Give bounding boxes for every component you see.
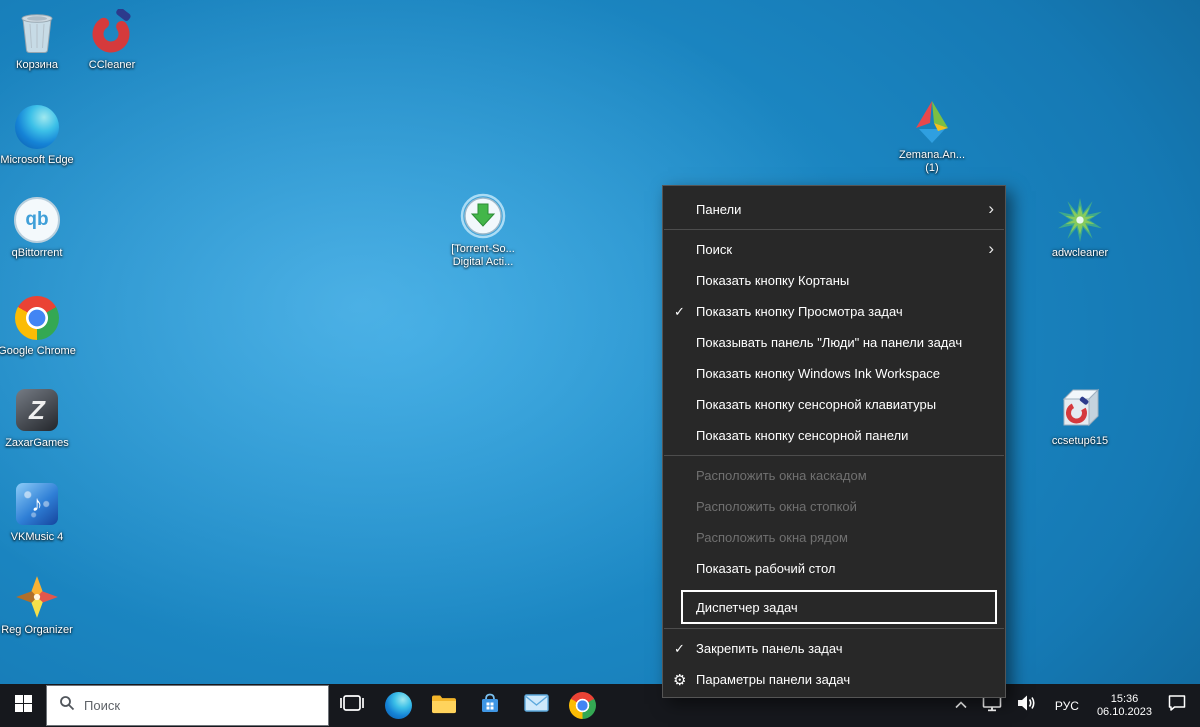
desktop-icon-microsoft-edge[interactable]: Microsoft Edge xyxy=(0,103,82,167)
desktop-icon-vkmusic[interactable]: ♪ VKMusic 4 xyxy=(0,480,82,544)
search-placeholder: Поиск xyxy=(84,698,121,713)
mail-button[interactable] xyxy=(513,684,559,727)
desktop-icon-label: Корзина xyxy=(16,59,58,71)
checkmark-icon: ✓ xyxy=(674,640,685,656)
menu-item-show-task-view-button[interactable]: ✓ Показать кнопку Просмотра задач xyxy=(663,296,1005,327)
chevron-up-icon xyxy=(954,697,968,715)
desktop-icon-label: VKMusic 4 xyxy=(10,531,64,543)
file-explorer-button[interactable] xyxy=(421,684,467,727)
desktop-icon-google-chrome[interactable]: Google Chrome xyxy=(0,294,82,358)
menu-separator xyxy=(664,455,1004,456)
menu-item-side-by-side-windows: Расположить окна рядом xyxy=(696,530,848,545)
recycle-bin-icon xyxy=(18,8,56,56)
menu-item-lock-taskbar[interactable]: ✓ Закрепить панель задач xyxy=(663,633,1005,664)
desktop-icon-label: Zemana.An... (1) xyxy=(898,149,966,174)
zaxargames-icon: Z xyxy=(16,386,58,434)
qbittorrent-icon: qb xyxy=(14,196,60,244)
checkmark-icon: ✓ xyxy=(674,303,685,319)
desktop-icon-label: Microsoft Edge xyxy=(0,154,74,166)
zemana-icon xyxy=(910,98,954,146)
desktop-icon-zemana[interactable]: Zemana.An... (1) xyxy=(887,98,977,175)
chrome-icon xyxy=(568,692,596,719)
menu-item-search[interactable]: Поиск › xyxy=(663,234,1005,265)
vkmusic-icon: ♪ xyxy=(16,480,58,528)
start-button[interactable] xyxy=(0,684,46,727)
desktop-icon-ccsetup[interactable]: ccsetup615 xyxy=(1035,384,1125,448)
download-arrow-icon xyxy=(459,192,507,240)
menu-item-show-ink-workspace-button[interactable]: Показать кнопку Windows Ink Workspace xyxy=(663,358,1005,389)
desktop-icon-zaxargames[interactable]: Z ZaxarGames xyxy=(0,386,82,450)
mail-envelope-icon xyxy=(523,693,549,718)
edge-icon xyxy=(384,692,412,719)
desktop-icon-ccleaner[interactable]: CCleaner xyxy=(67,8,157,72)
menu-separator xyxy=(664,229,1004,230)
speaker-icon xyxy=(1016,693,1038,718)
volume-button[interactable] xyxy=(1009,684,1045,727)
taskbar-search-input[interactable]: Поиск xyxy=(46,685,329,726)
store-bag-icon xyxy=(478,691,502,720)
desktop-icon-label: Google Chrome xyxy=(0,345,76,357)
menu-item-show-cortana-button[interactable]: Показать кнопку Кортаны xyxy=(663,265,1005,296)
gear-icon: ⚙ xyxy=(673,671,687,689)
ccleaner-icon xyxy=(89,8,135,56)
desktop-icon-label: adwcleaner xyxy=(1051,247,1109,259)
windows-logo-icon xyxy=(14,694,32,717)
menu-item-show-people-panel[interactable]: Показывать панель "Люди" на панели задач xyxy=(663,327,1005,358)
search-icon xyxy=(59,695,75,716)
desktop-icon-label: ccsetup615 xyxy=(1051,435,1109,447)
menu-item-taskbar-settings[interactable]: ⚙ Параметры панели задач xyxy=(663,664,1005,695)
chrome-taskbar-button[interactable] xyxy=(559,684,605,727)
desktop-icon-qbittorrent[interactable]: qb qBittorrent xyxy=(0,196,82,260)
menu-item-stack-windows: Расположить окна стопкой xyxy=(696,499,857,514)
desktop-icon-label: Reg Organizer xyxy=(1,624,73,636)
desktop-icon-label: ZaxarGames xyxy=(5,437,69,449)
taskbar-context-menu: Панели › Поиск › Показать кнопку Кортаны… xyxy=(662,185,1006,698)
desktop: Корзина CCleaner Microsoft Edge qb qBitt… xyxy=(0,0,1200,727)
folder-icon xyxy=(431,693,457,719)
desktop-icon-torrent-downloader[interactable]: [Torrent-So... Digital Acti... xyxy=(438,192,528,269)
menu-separator xyxy=(664,628,1004,629)
menu-item-show-touch-keyboard-button[interactable]: Показать кнопку сенсорной клавиатуры xyxy=(663,389,1005,420)
menu-item-show-desktop[interactable]: Показать рабочий стол xyxy=(663,553,1005,584)
installer-box-icon xyxy=(1057,384,1103,432)
menu-item-cascade-windows: Расположить окна каскадом xyxy=(696,468,867,483)
clock-time: 15:36 xyxy=(1110,692,1139,705)
adwcleaner-icon xyxy=(1057,196,1103,244)
clock[interactable]: 15:36 06.10.2023 xyxy=(1089,684,1160,727)
desktop-icon-adwcleaner[interactable]: adwcleaner xyxy=(1035,196,1125,260)
chrome-icon xyxy=(15,294,59,342)
desktop-icon-reg-organizer[interactable]: Reg Organizer xyxy=(0,573,82,637)
edge-icon xyxy=(15,103,59,151)
task-view-button[interactable] xyxy=(329,684,375,727)
language-indicator[interactable]: РУС xyxy=(1045,684,1089,727)
desktop-icon-label: CCleaner xyxy=(88,59,136,71)
action-center-icon xyxy=(1167,693,1187,718)
desktop-icon-label: qBittorrent xyxy=(11,247,63,259)
menu-item-toolbars[interactable]: Панели › xyxy=(663,194,1005,225)
submenu-arrow-icon: › xyxy=(988,238,994,258)
edge-taskbar-button[interactable] xyxy=(375,684,421,727)
action-center-button[interactable] xyxy=(1160,684,1194,727)
reg-organizer-icon xyxy=(14,573,60,621)
clock-date: 06.10.2023 xyxy=(1096,705,1152,718)
desktop-icon-label: [Torrent-So... Digital Acti... xyxy=(451,243,515,268)
submenu-arrow-icon: › xyxy=(988,198,994,218)
task-view-icon xyxy=(339,693,365,718)
menu-item-show-touchpad-button[interactable]: Показать кнопку сенсорной панели xyxy=(663,420,1005,451)
taskbar: Поиск РУС 15:36 06.10.2023 xyxy=(0,684,1200,727)
store-button[interactable] xyxy=(467,684,513,727)
menu-item-task-manager[interactable]: Диспетчер задач xyxy=(681,590,997,624)
